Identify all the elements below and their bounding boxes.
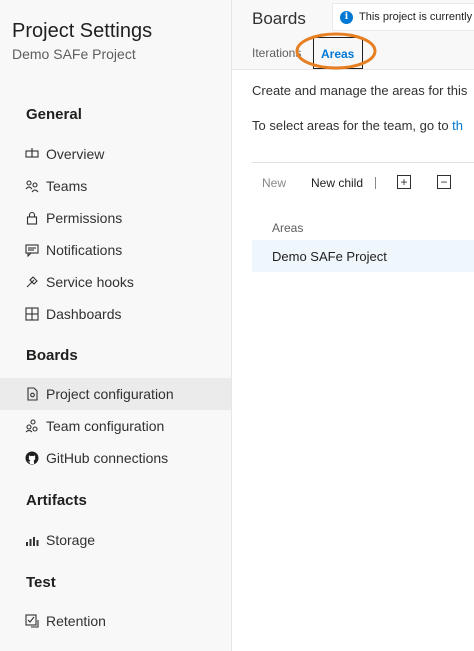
section-general: General xyxy=(26,106,82,123)
info-banner: i This project is currently xyxy=(332,3,474,31)
overview-icon xyxy=(24,146,40,162)
section-test: Test xyxy=(26,574,56,591)
nav-service-hooks-label: Service hooks xyxy=(46,274,134,290)
areas-description: Create and manage the areas for this xyxy=(252,83,468,98)
plug-icon xyxy=(24,274,40,290)
tab-iterations[interactable]: Iterations xyxy=(252,46,301,60)
nav-github-connections-label: GitHub connections xyxy=(46,450,169,466)
lock-icon xyxy=(24,210,40,226)
page-title: Boards xyxy=(252,9,306,28)
settings-title: Project Settings xyxy=(12,20,153,42)
nav-dashboards[interactable]: Dashboards xyxy=(0,298,231,330)
retention-icon xyxy=(24,613,40,629)
nav-permissions[interactable]: Permissions xyxy=(0,202,231,234)
nav-project-configuration-label: Project configuration xyxy=(46,386,174,402)
team-hint-link[interactable]: th xyxy=(452,118,463,133)
table-row[interactable]: Demo SAFe Project xyxy=(252,240,474,272)
expand-all-icon[interactable]: + xyxy=(397,175,411,189)
info-banner-text: This project is currently xyxy=(359,11,473,23)
info-icon: i xyxy=(340,10,353,24)
collapse-all-icon[interactable]: − xyxy=(437,175,451,189)
tab-areas[interactable]: Areas xyxy=(321,47,354,61)
toolbar-divider xyxy=(252,162,474,163)
nav-team-configuration-label: Team configuration xyxy=(46,418,165,434)
nav-teams[interactable]: Teams xyxy=(0,170,231,202)
chart-icon xyxy=(24,532,40,548)
nav-project-configuration[interactable]: Project configuration xyxy=(0,378,231,410)
chat-icon xyxy=(24,242,40,258)
team-config-icon xyxy=(24,418,40,434)
config-icon xyxy=(24,386,40,402)
nav-storage-label: Storage xyxy=(46,532,96,548)
toolbar-separator xyxy=(375,177,376,189)
nav-overview-label: Overview xyxy=(46,146,105,162)
nav-notifications-label: Notifications xyxy=(46,242,123,258)
team-hint: To select areas for the team, go to th xyxy=(252,118,463,133)
nav-overview[interactable]: Overview xyxy=(0,138,231,170)
nav-service-hooks[interactable]: Service hooks xyxy=(0,266,231,298)
nav-retention-label: Retention xyxy=(46,613,106,629)
nav-storage[interactable]: Storage xyxy=(0,524,231,556)
nav-github-connections[interactable]: GitHub connections xyxy=(0,442,231,474)
new-button[interactable]: New xyxy=(262,176,286,190)
github-icon xyxy=(24,450,40,466)
project-name: Demo SAFe Project xyxy=(12,46,136,62)
settings-sidebar: Project Settings Demo SAFe Project Gener… xyxy=(0,0,232,651)
areas-column-header: Areas xyxy=(272,221,304,235)
section-boards: Boards xyxy=(26,347,78,364)
page-header: Boards i This project is currently Itera… xyxy=(232,0,474,70)
nav-notifications[interactable]: Notifications xyxy=(0,234,231,266)
area-name: Demo SAFe Project xyxy=(272,248,387,264)
section-artifacts: Artifacts xyxy=(26,492,87,509)
nav-teams-label: Teams xyxy=(46,178,88,194)
nav-dashboards-label: Dashboards xyxy=(46,306,122,322)
new-child-button[interactable]: New child xyxy=(311,176,363,190)
nav-retention[interactable]: Retention xyxy=(0,605,231,637)
nav-permissions-label: Permissions xyxy=(46,210,123,226)
team-hint-text: To select areas for the team, go to xyxy=(252,118,453,133)
teams-icon xyxy=(24,178,40,194)
nav-team-configuration[interactable]: Team configuration xyxy=(0,410,231,442)
main-panel: Boards i This project is currently Itera… xyxy=(232,0,474,651)
dashboard-icon xyxy=(24,306,40,322)
